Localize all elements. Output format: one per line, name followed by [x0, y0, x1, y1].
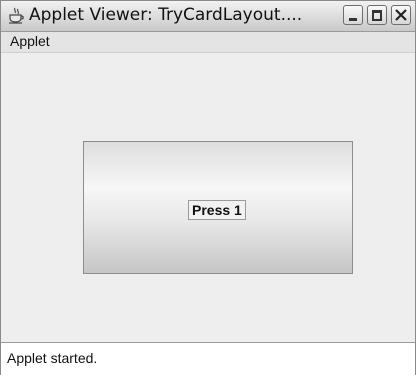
maximize-button[interactable] [367, 5, 387, 25]
java-coffee-cup-icon[interactable] [7, 7, 25, 25]
close-icon [395, 9, 407, 21]
menu-applet[interactable]: Applet [7, 33, 53, 49]
minimize-button[interactable] [343, 5, 363, 25]
window-title: Applet Viewer: TryCardLayout.... [29, 5, 303, 25]
applet-viewer-window: Applet Viewer: TryCardLayout.... Applet … [0, 0, 416, 375]
title-bar[interactable]: Applet Viewer: TryCardLayout.... [1, 1, 415, 32]
card-press-button[interactable]: Press 1 [83, 141, 353, 274]
card-button-label: Press 1 [188, 200, 246, 220]
status-text: Applet started. [7, 350, 98, 366]
menu-bar: Applet [1, 32, 415, 53]
applet-content-area: Press 1 [1, 53, 415, 342]
status-bar: Applet started. [1, 342, 415, 375]
close-button[interactable] [391, 5, 411, 25]
